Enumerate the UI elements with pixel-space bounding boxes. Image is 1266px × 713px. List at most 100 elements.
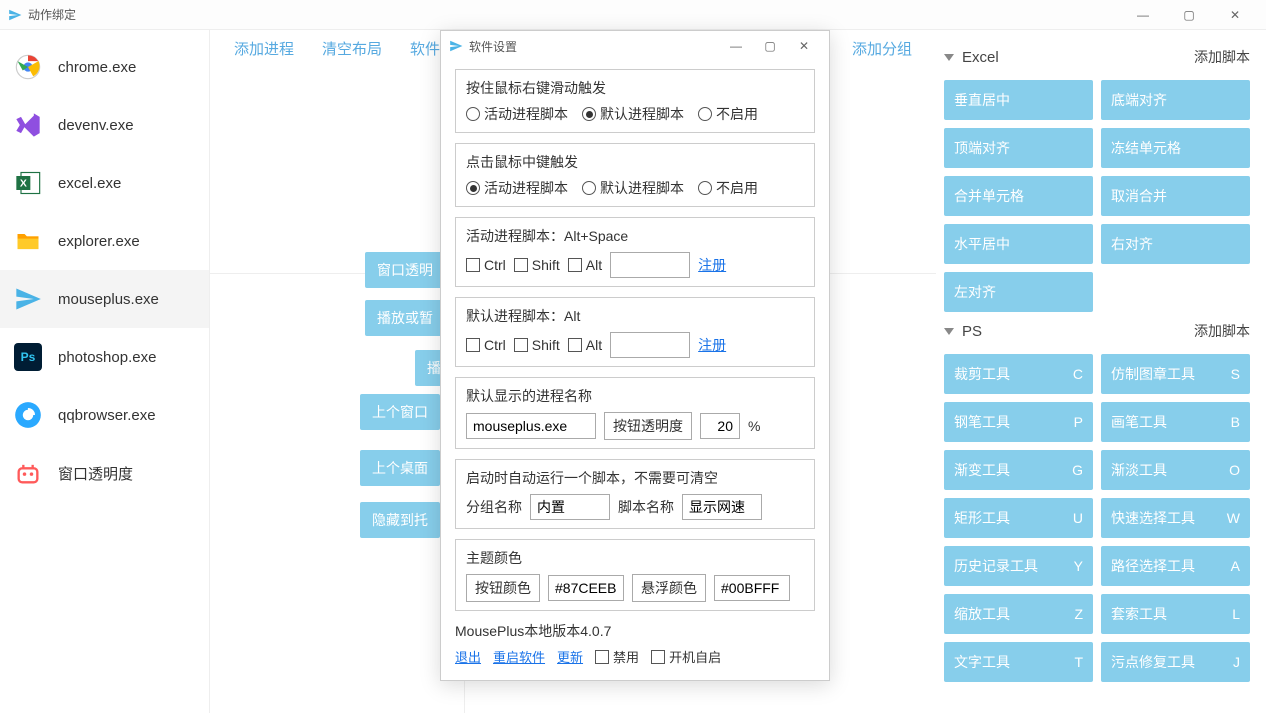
script-PS-11[interactable]: 套索工具L <box>1101 594 1250 634</box>
update-link[interactable]: 更新 <box>557 647 583 666</box>
action-button-0[interactable]: 窗口透明 <box>365 252 445 288</box>
process-item-devenv-exe[interactable]: devenv.exe <box>0 96 209 154</box>
rmb-radios-opt-1[interactable]: 默认进程脚本 <box>582 104 684 124</box>
script-PS-10[interactable]: 缩放工具Z <box>944 594 1093 634</box>
add-script-link[interactable]: 添加脚本 <box>1194 321 1250 341</box>
process-item-explorer-exe[interactable]: explorer.exe <box>0 212 209 270</box>
script-label: 矩形工具 <box>954 508 1010 528</box>
script-PS-13[interactable]: 污点修复工具 J <box>1101 642 1250 682</box>
add-script-link[interactable]: 添加脚本 <box>1194 47 1250 67</box>
active-alt-checkbox[interactable]: Alt <box>568 257 602 273</box>
percent-label: % <box>748 418 760 434</box>
default-hotkey-input[interactable] <box>610 332 690 358</box>
disable-checkbox[interactable]: 禁用 <box>595 647 639 666</box>
dialog-minimize-button[interactable]: — <box>719 31 753 61</box>
process-item-mouseplus-exe[interactable]: mouseplus.exe <box>0 270 209 328</box>
proc-display-section: 默认显示的进程名称 按钮透明度 % <box>455 377 815 449</box>
script-Excel-8[interactable]: 左对齐 <box>944 272 1093 312</box>
opacity-input[interactable] <box>700 413 740 439</box>
script-PS-12[interactable]: 文字工具T <box>944 642 1093 682</box>
script-label: 取消合并 <box>1111 186 1167 206</box>
script-label: 污点修复工具 <box>1111 652 1195 672</box>
script-Excel-7[interactable]: 右对齐 <box>1101 224 1250 264</box>
mmb-radios-opt-2[interactable]: 不启用 <box>698 178 758 198</box>
rmb-radios-opt-2[interactable]: 不启用 <box>698 104 758 124</box>
script-label: 仿制图章工具 <box>1111 364 1195 384</box>
close-button[interactable]: ✕ <box>1212 0 1258 30</box>
vs-icon <box>14 111 42 139</box>
tab-0[interactable]: 添加进程 <box>234 38 294 59</box>
dialog-title: 软件设置 <box>469 38 719 55</box>
default-shift-checkbox[interactable]: Shift <box>514 337 560 353</box>
script-hotkey: J <box>1233 654 1240 670</box>
script-Excel-4[interactable]: 合并单元格 <box>944 176 1093 216</box>
script-PS-6[interactable]: 矩形工具U <box>944 498 1093 538</box>
action-button-5[interactable]: 隐藏到托 <box>360 502 440 538</box>
script-PS-2[interactable]: 钢笔工具P <box>944 402 1093 442</box>
script-label: 垂直居中 <box>954 90 1010 110</box>
process-item-chrome-exe[interactable]: chrome.exe <box>0 38 209 96</box>
minimize-button[interactable]: — <box>1120 0 1166 30</box>
script-Excel-2[interactable]: 顶端对齐 <box>944 128 1093 168</box>
action-button-3[interactable]: 上个窗口 <box>360 394 440 430</box>
script-Excel-5[interactable]: 取消合并 <box>1101 176 1250 216</box>
process-item-excel-exe[interactable]: Xexcel.exe <box>0 154 209 212</box>
mmb-radios-opt-1[interactable]: 默认进程脚本 <box>582 178 684 198</box>
script-PS-3[interactable]: 画笔工具B <box>1101 402 1250 442</box>
ps-icon: Ps <box>14 343 42 371</box>
btn-color-input[interactable] <box>548 575 624 601</box>
mmb-radios-opt-0[interactable]: 活动进程脚本 <box>466 178 568 198</box>
proc-name-input[interactable] <box>466 413 596 439</box>
startup-checkbox[interactable]: 开机自启 <box>651 647 721 666</box>
script-PS-1[interactable]: 仿制图章工具 S <box>1101 354 1250 394</box>
active-shift-checkbox[interactable]: Shift <box>514 257 560 273</box>
script-Excel-3[interactable]: 冻结单元格 <box>1101 128 1250 168</box>
tab-2[interactable]: 软件 <box>410 38 440 59</box>
restart-link[interactable]: 重启软件 <box>493 647 545 666</box>
exit-link[interactable]: 退出 <box>455 647 481 666</box>
script-Excel-1[interactable]: 底端对齐 <box>1101 80 1250 120</box>
active-hotkey-input[interactable] <box>610 252 690 278</box>
process-label: qqbrowser.exe <box>58 407 156 424</box>
tab-1[interactable]: 清空布局 <box>322 38 382 59</box>
script-panel: Excel添加脚本垂直居中底端对齐顶端对齐冻结单元格合并单元格取消合并水平居中右… <box>936 30 1266 713</box>
autorun-title: 启动时自动运行一个脚本，不需要可清空 <box>466 468 804 488</box>
dialog-maximize-button[interactable]: ▢ <box>753 31 787 61</box>
rmb-radios-opt-0[interactable]: 活动进程脚本 <box>466 104 568 124</box>
chevron-down-icon[interactable] <box>944 328 954 335</box>
autorun-script-input[interactable] <box>682 494 762 520</box>
script-PS-0[interactable]: 裁剪工具C <box>944 354 1093 394</box>
script-PS-9[interactable]: 路径选择工具A <box>1101 546 1250 586</box>
script-PS-8[interactable]: 历史记录工具Y <box>944 546 1093 586</box>
chevron-down-icon[interactable] <box>944 54 954 61</box>
default-alt-checkbox[interactable]: Alt <box>568 337 602 353</box>
dialog-close-button[interactable]: ✕ <box>787 31 821 61</box>
process-item-qqbrowser-exe[interactable]: qqbrowser.exe <box>0 386 209 444</box>
script-hotkey: S <box>1231 366 1240 382</box>
script-Excel-0[interactable]: 垂直居中 <box>944 80 1093 120</box>
script-PS-5[interactable]: 渐淡工具O <box>1101 450 1250 490</box>
maximize-button[interactable]: ▢ <box>1166 0 1212 30</box>
script-PS-4[interactable]: 渐变工具G <box>944 450 1093 490</box>
process-item-窗口透明度[interactable]: 窗口透明度 <box>0 444 209 502</box>
script-hotkey: P <box>1074 414 1083 430</box>
hover-color-input[interactable] <box>714 575 790 601</box>
tab-7[interactable]: 添加分组 <box>852 38 912 59</box>
autorun-section: 启动时自动运行一个脚本，不需要可清空 分组名称 脚本名称 <box>455 459 815 529</box>
theme-title: 主题颜色 <box>466 548 804 568</box>
process-item-photoshop-exe[interactable]: Psphotoshop.exe <box>0 328 209 386</box>
script-PS-7[interactable]: 快速选择工具W <box>1101 498 1250 538</box>
default-ctrl-checkbox[interactable]: Ctrl <box>466 337 506 353</box>
autorun-group-input[interactable] <box>530 494 610 520</box>
group-name-label: 分组名称 <box>466 497 522 517</box>
process-label: chrome.exe <box>58 59 136 76</box>
active-register-link[interactable]: 注册 <box>698 255 726 275</box>
active-ctrl-checkbox[interactable]: Ctrl <box>466 257 506 273</box>
process-label: excel.exe <box>58 175 121 192</box>
script-Excel-6[interactable]: 水平居中 <box>944 224 1093 264</box>
action-button-1[interactable]: 播放或暂 <box>365 300 445 336</box>
excel-icon: X <box>14 169 42 197</box>
default-register-link[interactable]: 注册 <box>698 335 726 355</box>
script-label: 裁剪工具 <box>954 364 1010 384</box>
action-button-4[interactable]: 上个桌面 <box>360 450 440 486</box>
